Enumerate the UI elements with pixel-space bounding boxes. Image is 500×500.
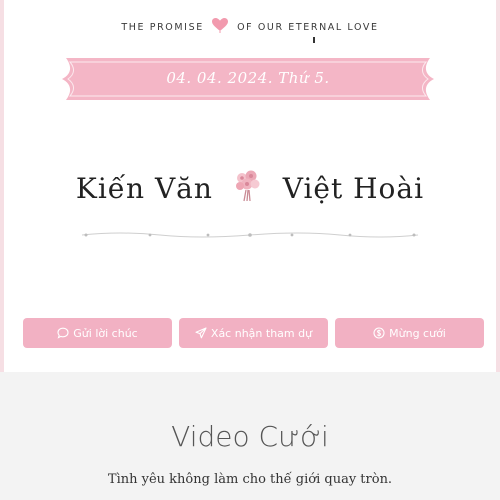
bride-name: Việt Hoài [282,172,425,205]
video-section: Video Cưới Tình yêu không làm cho thế gi… [0,372,500,500]
send-wishes-button[interactable]: Gửi lời chúc [23,318,172,348]
wedding-date: 04. 04. 2024. Thứ 5. [166,69,330,87]
video-section-title: Video Cưới [171,420,329,453]
video-section-subtitle: Tình yêu không làm cho thế giới quay trò… [107,472,393,487]
rsvp-button[interactable]: Xác nhận tham dự [179,318,328,348]
ornamental-divider [81,232,419,238]
action-bar: Gửi lời chúc Xác nhận tham dự Mừng cưới [23,318,484,348]
wedding-gift-label: Mừng cưới [389,326,446,340]
chat-bubble-icon [57,327,69,339]
coin-icon [373,327,385,339]
tagline-left: THE PROMISE [121,22,204,33]
couple-names: Kiến Văn Việt Hoài [0,168,500,214]
date-banner: 04. 04. 2024. Thứ 5. [56,54,440,104]
heart-balloon-icon [211,17,229,36]
tagline-right: OF OUR ETERNAL LOVE [237,22,379,33]
wedding-gift-button[interactable]: Mừng cưới [335,318,484,348]
tagline: THE PROMISE OF OUR ETERNAL LOVE [0,17,500,36]
rsvp-label: Xác nhận tham dự [210,326,313,340]
groom-name: Kiến Văn [75,172,213,205]
decorative-tick [313,37,315,43]
send-wishes-label: Gửi lời chúc [73,326,138,340]
paper-plane-icon [195,327,207,339]
bouquet-icon [233,168,263,209]
